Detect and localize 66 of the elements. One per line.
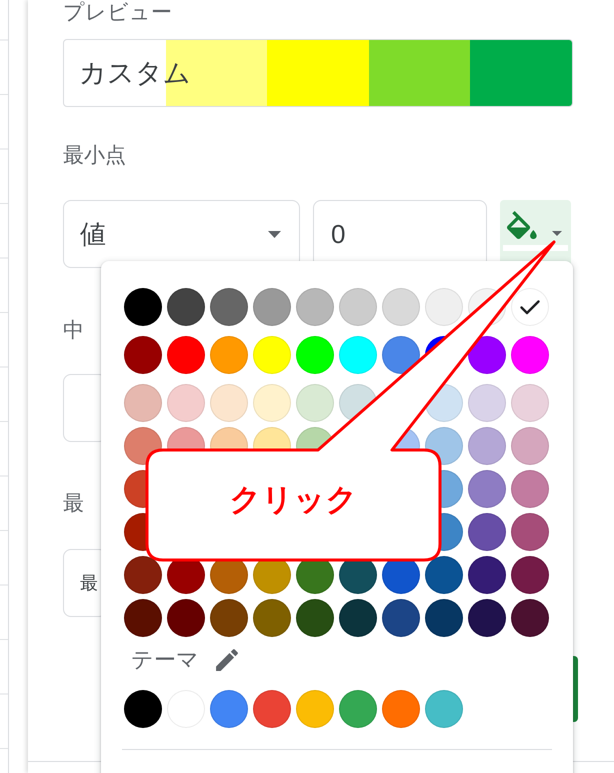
check-icon xyxy=(519,299,541,315)
field-label: 中 xyxy=(63,319,84,343)
color-swatch[interactable] xyxy=(296,599,334,637)
field-label: プレビュー xyxy=(63,1,172,25)
color-swatch[interactable] xyxy=(511,599,549,637)
color-swatch[interactable] xyxy=(339,599,377,637)
color-swatch[interactable] xyxy=(468,384,506,422)
color-swatch[interactable] xyxy=(511,384,549,422)
color-swatch[interactable] xyxy=(468,336,506,374)
color-swatch[interactable] xyxy=(253,288,291,326)
color-swatch[interactable] xyxy=(382,336,420,374)
color-swatch[interactable] xyxy=(296,690,334,728)
color-swatch[interactable] xyxy=(468,427,506,465)
fill-color-bar xyxy=(503,245,568,251)
color-swatch[interactable] xyxy=(253,690,291,728)
color-swatch[interactable] xyxy=(511,470,549,508)
color-swatch[interactable] xyxy=(425,690,463,728)
color-swatch[interactable] xyxy=(468,470,506,508)
color-swatch[interactable] xyxy=(210,384,248,422)
color-swatch[interactable] xyxy=(511,556,549,594)
field-label: 最 xyxy=(63,492,84,516)
color-swatch[interactable] xyxy=(511,427,549,465)
color-swatch[interactable] xyxy=(167,599,205,637)
color-swatch[interactable] xyxy=(167,288,205,326)
color-swatch[interactable] xyxy=(167,336,205,374)
pencil-icon[interactable] xyxy=(216,649,238,671)
color-swatch[interactable] xyxy=(210,336,248,374)
color-swatch[interactable] xyxy=(124,599,162,637)
color-swatch[interactable] xyxy=(339,336,377,374)
color-swatch[interactable] xyxy=(167,384,205,422)
color-swatch[interactable] xyxy=(511,288,549,326)
color-swatch[interactable] xyxy=(124,690,162,728)
color-swatch[interactable] xyxy=(468,513,506,551)
color-swatch[interactable] xyxy=(382,288,420,326)
color-swatch[interactable] xyxy=(253,336,291,374)
color-swatch[interactable] xyxy=(296,288,334,326)
color-swatch[interactable] xyxy=(124,336,162,374)
color-swatch[interactable] xyxy=(124,556,162,594)
color-swatch[interactable] xyxy=(339,288,377,326)
caret-icon xyxy=(552,231,562,236)
color-swatch[interactable] xyxy=(468,599,506,637)
color-swatch[interactable] xyxy=(425,556,463,594)
color-swatch[interactable] xyxy=(296,336,334,374)
color-swatch[interactable] xyxy=(124,288,162,326)
color-swatch[interactable] xyxy=(210,690,248,728)
paint-bucket-icon xyxy=(507,211,537,239)
color-swatch[interactable] xyxy=(382,690,420,728)
theme-label: テーマ xyxy=(131,648,199,672)
color-swatch[interactable] xyxy=(210,599,248,637)
color-swatch[interactable] xyxy=(210,288,248,326)
color-swatch[interactable] xyxy=(468,556,506,594)
color-swatch[interactable] xyxy=(296,384,334,422)
field-label: 最小点 xyxy=(63,144,126,168)
caret-icon xyxy=(268,230,281,238)
callout-text: クリック xyxy=(230,482,358,518)
action-button[interactable] xyxy=(573,656,578,722)
color-swatch[interactable] xyxy=(425,288,463,326)
type-dropdown[interactable]: 値 xyxy=(63,200,300,268)
color-swatch[interactable] xyxy=(253,599,291,637)
color-swatch[interactable] xyxy=(382,599,420,637)
color-swatch[interactable] xyxy=(511,513,549,551)
color-swatch[interactable] xyxy=(511,336,549,374)
color-swatch[interactable] xyxy=(339,690,377,728)
color-swatch[interactable] xyxy=(124,384,162,422)
color-swatch[interactable] xyxy=(253,384,291,422)
color-swatch[interactable] xyxy=(425,599,463,637)
